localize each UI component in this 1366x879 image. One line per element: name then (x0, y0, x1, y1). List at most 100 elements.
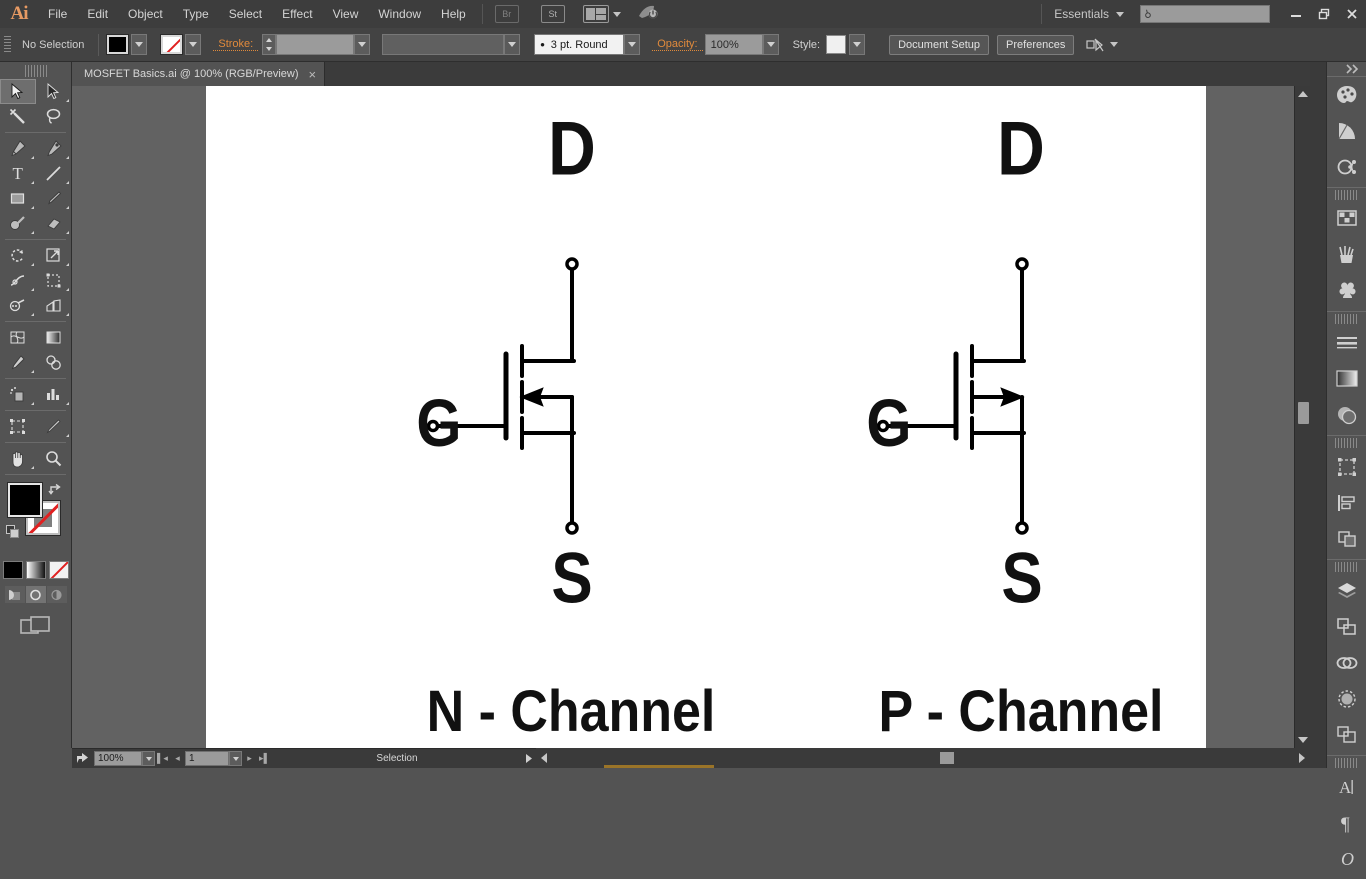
artboard[interactable]: D G S N - Channel D G S P - Channel (206, 86, 1206, 748)
paragraph-panel-icon[interactable]: ¶ (1327, 805, 1366, 841)
dock-group-grip[interactable] (1334, 758, 1359, 768)
free-transform-tool[interactable] (36, 268, 72, 293)
graphic-styles-panel-icon[interactable] (1327, 717, 1366, 753)
transform-panel-icon[interactable] (1327, 449, 1366, 485)
curvature-tool[interactable] (36, 136, 72, 161)
fill-color-dropdown[interactable] (131, 34, 148, 55)
none-button[interactable] (48, 561, 69, 579)
selection-tool[interactable] (0, 79, 36, 104)
search-input[interactable]: ☌ (1140, 5, 1270, 23)
control-bar-grip[interactable] (4, 35, 11, 54)
share-icon[interactable] (72, 752, 94, 765)
brushes-panel-icon[interactable] (1327, 237, 1366, 273)
stroke-weight-stepper[interactable] (262, 34, 277, 55)
draw-inside-button[interactable] (46, 586, 67, 603)
preferences-button[interactable]: Preferences (997, 34, 1075, 55)
zoom-level-dropdown[interactable] (142, 751, 155, 766)
scroll-right-button[interactable] (1294, 748, 1310, 768)
stroke-weight-field[interactable] (276, 34, 355, 55)
brush-definition-field[interactable]: • 3 pt. Round (534, 34, 625, 55)
dock-collapse-row[interactable] (1327, 62, 1366, 76)
chevron-down-icon[interactable] (612, 11, 621, 17)
artboard-tool[interactable] (0, 414, 36, 439)
scroll-down-button[interactable] (1295, 732, 1311, 748)
close-icon[interactable]: × (309, 68, 317, 81)
graphic-style-swatch[interactable] (826, 35, 847, 54)
zoom-tool[interactable] (36, 446, 72, 471)
stroke-color-dropdown[interactable] (185, 34, 202, 55)
shaper-tool[interactable] (0, 211, 36, 236)
dock-group-grip[interactable] (1334, 190, 1359, 200)
menu-file[interactable]: File (38, 0, 77, 28)
type-tool[interactable]: T (0, 161, 36, 186)
transparency-panel-icon[interactable] (1327, 397, 1366, 433)
appearance-panel-icon[interactable] (1327, 681, 1366, 717)
arrange-documents-icon[interactable] (582, 5, 609, 23)
shape-builder-tool[interactable] (0, 293, 36, 318)
align-panel-icon[interactable] (1327, 485, 1366, 521)
slice-tool[interactable] (36, 414, 72, 439)
change-screen-mode-button[interactable] (0, 615, 71, 637)
draw-behind-button[interactable] (25, 586, 46, 603)
stroke-weight-label[interactable]: Stroke: (213, 38, 259, 51)
links-panel-icon[interactable] (1327, 645, 1366, 681)
menu-type[interactable]: Type (173, 0, 219, 28)
color-panel-icon[interactable] (1327, 77, 1366, 113)
eyedropper-tool[interactable] (0, 350, 36, 375)
default-fill-stroke-icon[interactable] (6, 525, 19, 538)
vertical-scroll-thumb[interactable] (1298, 402, 1309, 424)
character-panel-icon[interactable]: A (1327, 769, 1366, 805)
direct-selection-tool[interactable] (36, 79, 72, 104)
brush-definition-dropdown[interactable] (624, 34, 641, 55)
zoom-level-field[interactable]: 100% (94, 751, 142, 766)
menu-edit[interactable]: Edit (77, 0, 118, 28)
stroke-panel-icon[interactable] (1327, 325, 1366, 361)
menu-view[interactable]: View (323, 0, 369, 28)
symbol-sprayer-tool[interactable] (0, 382, 36, 407)
document-setup-button[interactable]: Document Setup (889, 34, 990, 55)
rocket-launch-icon[interactable] (637, 4, 659, 24)
stock-icon[interactable]: St (540, 5, 565, 23)
document-tab[interactable]: MOSFET Basics.ai @ 100% (RGB/Preview) × (72, 62, 326, 86)
close-button[interactable] (1338, 3, 1366, 25)
gradient-button[interactable] (25, 561, 46, 579)
artboard-number-dropdown[interactable] (229, 751, 242, 766)
rotate-tool[interactable] (0, 243, 36, 268)
swap-fill-stroke-icon[interactable] (48, 483, 63, 500)
dock-group-grip[interactable] (1334, 314, 1359, 324)
pathfinder-panel-icon[interactable] (1327, 521, 1366, 557)
maximize-restore-button[interactable] (1310, 3, 1338, 25)
artboards-panel-icon[interactable] (1327, 609, 1366, 645)
line-segment-tool[interactable] (36, 161, 72, 186)
symbols-panel-icon[interactable] (1327, 273, 1366, 309)
draw-normal-button[interactable] (4, 586, 25, 603)
select-similar-options[interactable] (1086, 38, 1119, 52)
bridge-icon[interactable]: Br (494, 5, 519, 23)
artboard-number-field[interactable]: 1 (185, 751, 229, 766)
stroke-profile-field[interactable] (382, 34, 505, 55)
mesh-tool[interactable] (0, 325, 36, 350)
column-graph-tool[interactable] (36, 382, 72, 407)
rectangle-tool[interactable] (0, 186, 36, 211)
canvas-area[interactable]: D G S N - Channel D G S P - Channel (72, 86, 1310, 748)
fill-color-box[interactable] (7, 482, 43, 518)
dock-group-grip[interactable] (1334, 438, 1359, 448)
width-tool[interactable] (0, 268, 36, 293)
blend-tool[interactable] (36, 350, 72, 375)
tools-panel-grip[interactable] (24, 65, 47, 77)
eraser-tool[interactable] (36, 211, 72, 236)
color-button[interactable] (2, 561, 23, 579)
gradient-tool[interactable] (36, 325, 72, 350)
dock-group-grip[interactable] (1334, 562, 1359, 572)
stroke-color-swatch[interactable] (160, 34, 184, 55)
first-artboard-button[interactable]: ▌◂ (155, 749, 170, 769)
perspective-grid-tool[interactable] (36, 293, 72, 318)
scroll-up-button[interactable] (1295, 86, 1311, 102)
paintbrush-tool[interactable] (36, 186, 72, 211)
horizontal-scroll-thumb[interactable] (940, 752, 954, 764)
menu-window[interactable]: Window (368, 0, 431, 28)
next-artboard-button[interactable]: ▸ (242, 749, 257, 769)
menu-help[interactable]: Help (431, 0, 476, 28)
stroke-profile-dropdown[interactable] (504, 34, 521, 55)
workspace-switcher[interactable]: Essentials (1048, 7, 1130, 21)
